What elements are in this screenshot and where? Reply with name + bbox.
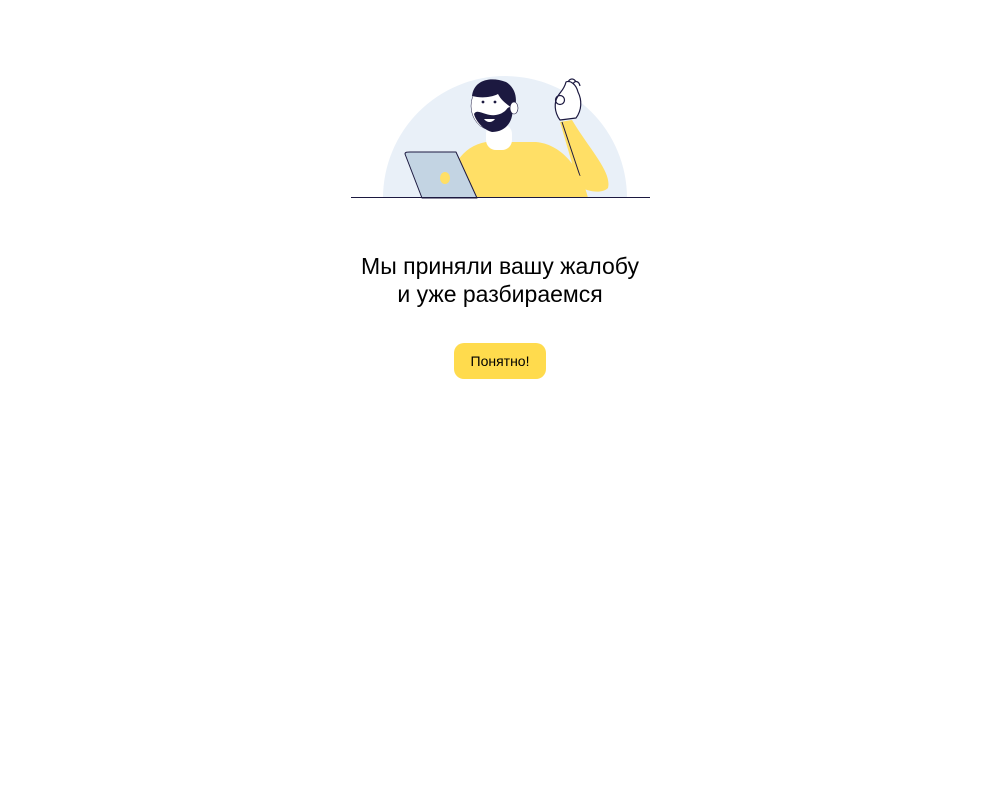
title-line-2: и уже разбираемся (397, 281, 603, 307)
ok-button[interactable]: Понятно! (454, 343, 546, 379)
complaint-confirmation-page: Мы приняли вашу жалобу и уже разбираемся… (0, 0, 1000, 800)
page-title: Мы приняли вашу жалобу и уже разбираемся (0, 252, 1000, 308)
title-line-1: Мы приняли вашу жалобу (361, 253, 639, 279)
person-with-laptop-illustration (351, 76, 650, 199)
